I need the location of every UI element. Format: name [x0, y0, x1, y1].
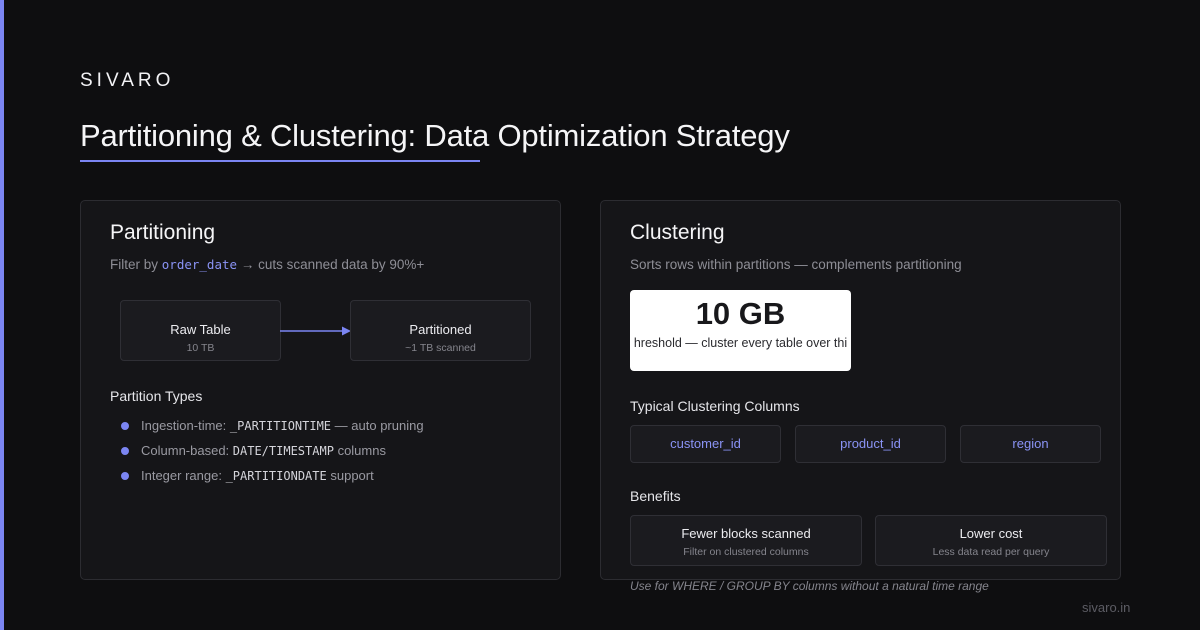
- page-title: Partitioning & Clustering: Data Optimiza…: [80, 118, 790, 153]
- raw-table-size: 10 TB: [186, 342, 215, 354]
- benefit-title: Fewer blocks scanned: [681, 526, 811, 541]
- threshold-value: 10 GB: [695, 296, 786, 331]
- column-chip: product_id: [795, 425, 946, 463]
- list-item: Ingestion-time: _PARTITIONTIME — auto pr…: [120, 416, 424, 441]
- benefit-card: Lower cost Less data read per query: [875, 515, 1107, 566]
- clustering-columns-heading: Typical Clustering Columns: [630, 398, 800, 414]
- raw-table-box: Raw Table 10 TB: [120, 300, 281, 361]
- partitioned-label: Partitioned: [409, 322, 472, 337]
- type-prefix: Column-based:: [141, 443, 230, 458]
- threshold-caption: hreshold — cluster every table over thi: [633, 336, 848, 350]
- threshold-stat-card: 10 GB hreshold — cluster every table ove…: [630, 290, 851, 371]
- clustering-card: Clustering Sorts rows within partitions …: [600, 200, 1121, 580]
- clustering-note: Use for WHERE / GROUP BY columns without…: [630, 579, 989, 593]
- partitioning-subtitle: Filter by order_date → cuts scanned data…: [110, 257, 424, 272]
- column-chip: region: [960, 425, 1101, 463]
- type-prefix: Ingestion-time:: [141, 418, 227, 433]
- bullet-dot-icon: [121, 447, 129, 455]
- partitioning-card: Partitioning Filter by order_date → cuts…: [80, 200, 561, 580]
- footer-url[interactable]: sivaro.in: [1082, 600, 1130, 615]
- clustering-subtitle: Sorts rows within partitions — complemen…: [630, 257, 962, 272]
- partitioned-box: Partitioned ~1 TB scanned: [350, 300, 531, 361]
- flow-arrow-icon: [280, 326, 351, 336]
- column-chip: customer_id: [630, 425, 781, 463]
- type-code: DATE/TIMESTAMP: [232, 444, 334, 458]
- raw-table-label: Raw Table: [170, 322, 231, 337]
- type-code: _PARTITIONTIME: [229, 419, 332, 433]
- benefit-sub: Less data read per query: [932, 546, 1050, 558]
- list-item: Integer range: _PARTITIONDATE support: [120, 466, 424, 491]
- type-code: _PARTITIONDATE: [225, 469, 327, 483]
- clustering-title: Clustering: [630, 221, 725, 244]
- bullet-dot-icon: [121, 472, 129, 480]
- type-suffix: — auto pruning: [334, 418, 424, 433]
- bullet-dot-icon: [121, 422, 129, 430]
- type-suffix: support: [330, 468, 374, 483]
- list-item: Column-based: DATE/TIMESTAMP columns: [120, 441, 424, 466]
- title-underline: [80, 160, 480, 162]
- accent-bar: [0, 0, 4, 630]
- partitioning-title: Partitioning: [110, 221, 216, 244]
- type-prefix: Integer range:: [141, 468, 222, 483]
- partition-types-heading: Partition Types: [110, 388, 203, 404]
- benefits-heading: Benefits: [630, 488, 681, 504]
- benefit-card: Fewer blocks scanned Filter on clustered…: [630, 515, 862, 566]
- subtitle-suffix: → cuts scanned data by 90%+: [240, 257, 425, 272]
- brand-logo: SIVARO: [80, 70, 175, 91]
- partition-types-list: Ingestion-time: _PARTITIONTIME — auto pr…: [120, 416, 424, 491]
- benefit-sub: Filter on clustered columns: [683, 546, 809, 558]
- type-suffix: columns: [337, 443, 386, 458]
- benefit-title: Lower cost: [959, 526, 1023, 541]
- subtitle-code: order_date: [161, 257, 238, 272]
- partitioned-size: ~1 TB scanned: [405, 342, 476, 354]
- subtitle-prefix: Filter by: [110, 257, 159, 272]
